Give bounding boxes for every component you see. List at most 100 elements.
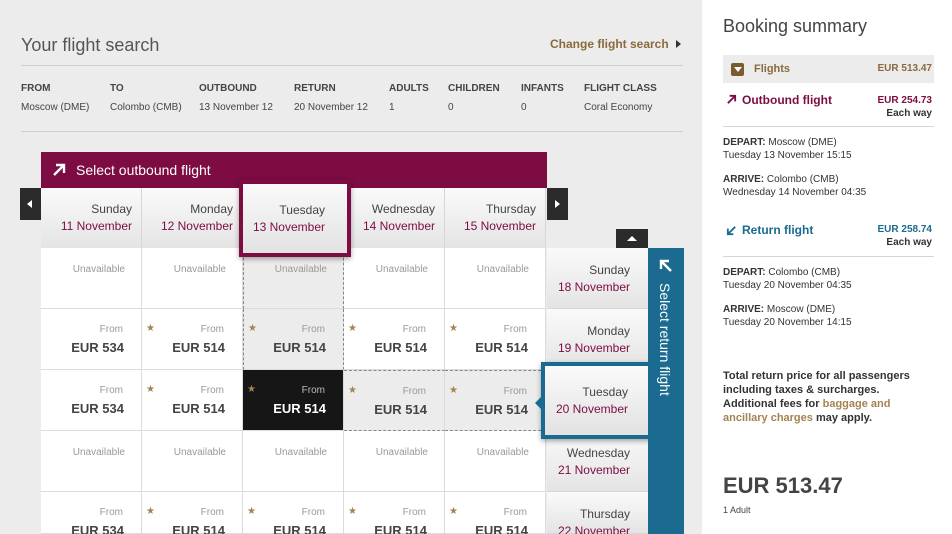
- search-title: Your flight search: [21, 35, 160, 55]
- chevron-right-icon[interactable]: [676, 40, 681, 48]
- from-label: From: [301, 324, 325, 335]
- return-arrive-detail: ARRIVE: Moscow (DME) Tuesday 20 November…: [723, 303, 852, 329]
- return-bar-label: Select return flight: [657, 283, 673, 396]
- divider: [21, 131, 683, 132]
- outbound-header: OUTBOUND: [199, 83, 257, 94]
- fare-cell[interactable]: ★ From EUR 514: [344, 492, 445, 534]
- fare-cell[interactable]: ★ From EUR 514: [344, 309, 445, 370]
- arrive-place: Colombo (CMB): [766, 174, 839, 185]
- fare-cell[interactable]: ★ From EUR 514: [344, 370, 445, 431]
- fare-cell: Unavailable: [41, 431, 142, 492]
- day-name: Tuesday: [582, 385, 628, 399]
- star-icon: ★: [348, 385, 357, 396]
- arrow-up-right-icon: [727, 94, 737, 104]
- fare-cell[interactable]: ★ From EUR 514: [445, 492, 546, 534]
- day-date: 13 November: [252, 220, 325, 234]
- fare-cell: Unavailable: [445, 248, 546, 309]
- star-icon: ★: [146, 506, 155, 517]
- fare-cell: Unavailable: [41, 248, 142, 309]
- fare-price: EUR 514: [475, 340, 528, 355]
- previous-return-days-button[interactable]: [616, 229, 648, 248]
- return-day-sunday[interactable]: Sunday 18 November: [547, 248, 648, 309]
- fare-cell[interactable]: ★ From EUR 514: [445, 370, 546, 431]
- fare-price: EUR 514: [475, 402, 528, 417]
- from-header: FROM: [21, 83, 51, 94]
- fare-cell[interactable]: ★ From EUR 514: [142, 370, 243, 431]
- selected-fare-cell[interactable]: ★ From EUR 514: [243, 370, 344, 431]
- depart-time: Tuesday 20 November 04:35: [723, 280, 852, 291]
- return-day-thursday[interactable]: Thursday 22 November: [547, 492, 648, 534]
- fare-cell[interactable]: ★ From EUR 514: [243, 492, 344, 534]
- expand-toggle-icon[interactable]: [731, 63, 744, 76]
- star-icon: ★: [449, 385, 458, 396]
- day-name: Wednesday: [371, 202, 435, 216]
- fare-cell[interactable]: From EUR 534: [41, 309, 142, 370]
- fare-cell: Unavailable: [243, 248, 344, 309]
- from-label: From: [99, 385, 123, 396]
- from-label: From: [99, 507, 123, 518]
- from-value: Moscow (DME): [21, 102, 90, 113]
- depart-place: Moscow (DME): [768, 137, 837, 148]
- outbound-day-monday[interactable]: Monday 12 November: [142, 188, 243, 248]
- unavailable-text: Unavailable: [173, 447, 226, 458]
- depart-label: DEPART:: [723, 137, 766, 148]
- unavailable-text: Unavailable: [375, 264, 428, 275]
- return-depart-detail: DEPART: Colombo (CMB) Tuesday 20 Novembe…: [723, 266, 852, 292]
- return-day-tuesday-selected[interactable]: Tuesday 20 November: [541, 362, 654, 439]
- chevron-up-icon: [627, 236, 637, 241]
- return-selection-pointer: [535, 397, 541, 409]
- day-name: Monday: [190, 202, 233, 216]
- fare-cell[interactable]: From EUR 534: [41, 370, 142, 431]
- day-date: 11 November: [60, 219, 132, 233]
- children-header: CHILDREN: [448, 83, 500, 94]
- star-icon: ★: [248, 323, 257, 334]
- return-day-wednesday[interactable]: Wednesday 21 November: [547, 431, 648, 492]
- outbound-value: 13 November 12: [199, 102, 273, 113]
- previous-days-button[interactable]: [20, 188, 41, 220]
- day-name: Monday: [587, 324, 630, 338]
- select-return-flight-bar: Select return flight: [648, 248, 684, 534]
- each-way-label: Each way: [886, 237, 932, 248]
- arrive-place: Moscow (DME): [766, 304, 836, 315]
- fare-price: EUR 514: [273, 340, 326, 355]
- day-name: Sunday: [91, 202, 132, 216]
- unavailable-text: Unavailable: [274, 447, 327, 458]
- arrive-time: Wednesday 14 November 04:35: [723, 187, 867, 198]
- fare-cell[interactable]: From EUR 534: [41, 492, 142, 534]
- outbound-day-sunday[interactable]: Sunday 11 November: [41, 188, 142, 248]
- fare-cell[interactable]: ★ From EUR 514: [142, 309, 243, 370]
- children-value: 0: [448, 102, 454, 113]
- day-name: Wednesday: [566, 446, 630, 460]
- unavailable-text: Unavailable: [72, 447, 125, 458]
- outbound-day-thursday[interactable]: Thursday 15 November: [445, 188, 546, 248]
- to-value: Colombo (CMB): [110, 102, 182, 113]
- depart-time: Tuesday 13 November 15:15: [723, 150, 852, 161]
- flights-summary-bar[interactable]: Flights EUR 513.47: [723, 55, 934, 83]
- outbound-day-tuesday-selected[interactable]: Tuesday 13 November: [239, 180, 351, 257]
- from-label: From: [503, 507, 527, 518]
- fare-cell[interactable]: ★ From EUR 514: [445, 309, 546, 370]
- unavailable-text: Unavailable: [72, 264, 125, 275]
- return-flight-price: EUR 258.74: [877, 224, 932, 235]
- each-way-label: Each way: [886, 108, 932, 119]
- total-note-tail: may apply.: [815, 412, 872, 424]
- star-icon: ★: [348, 506, 357, 517]
- from-label: From: [503, 386, 527, 397]
- outbound-arrive-detail: ARRIVE: Colombo (CMB) Wednesday 14 Novem…: [723, 173, 866, 199]
- outbound-day-wednesday[interactable]: Wednesday 14 November: [344, 188, 445, 248]
- outbound-bar-label: Select outbound flight: [76, 162, 211, 178]
- star-icon: ★: [348, 323, 357, 334]
- fare-price: EUR 514: [273, 401, 326, 416]
- next-days-button[interactable]: [547, 188, 568, 220]
- fare-cell[interactable]: ★ From EUR 514: [142, 492, 243, 534]
- change-flight-search-link[interactable]: Change flight search: [550, 37, 669, 51]
- fare-cell: Unavailable: [142, 248, 243, 309]
- total-price-note: Total return price for all passengers in…: [723, 369, 918, 425]
- chevron-left-icon: [27, 200, 32, 208]
- divider: [21, 65, 683, 66]
- flight-class-value: Coral Economy: [584, 102, 653, 113]
- fare-cell[interactable]: ★ From EUR 514: [243, 309, 344, 370]
- return-day-monday[interactable]: Monday 19 November: [547, 309, 648, 370]
- from-label: From: [402, 386, 426, 397]
- fare-price: EUR 534: [71, 523, 124, 534]
